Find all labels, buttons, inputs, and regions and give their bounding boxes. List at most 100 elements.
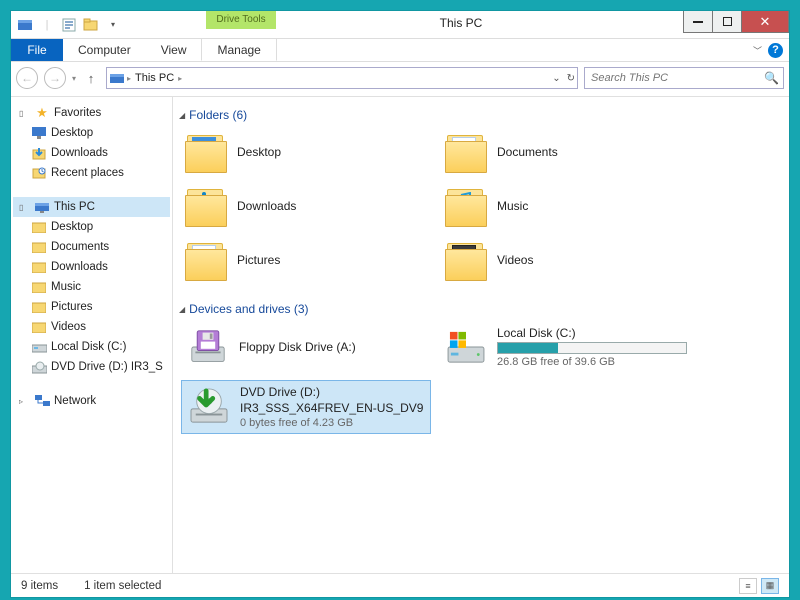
folder-label: Pictures	[237, 253, 280, 267]
tab-manage[interactable]: Manage	[201, 39, 276, 61]
folder-label: Videos	[497, 253, 533, 267]
sidebar-item-dvd-drive[interactable]: DVD Drive (D:) IR3_S	[13, 357, 170, 377]
folder-icon	[31, 279, 47, 295]
recent-icon	[31, 165, 47, 181]
sidebar-item-label: Downloads	[51, 147, 108, 159]
documents-folder-icon	[445, 131, 487, 173]
sidebar-item-music[interactable]: Music	[13, 277, 170, 297]
section-title: Folders (6)	[189, 108, 247, 122]
folder-item-desktop[interactable]: Desktop	[181, 128, 431, 176]
refresh-icon[interactable]: ↻	[567, 73, 575, 84]
address-bar[interactable]: ▸ This PC ▸ ⌄ ↻	[106, 67, 578, 89]
sidebar-item-recent[interactable]: Recent places	[13, 163, 170, 183]
qat-newfolder-icon[interactable]	[81, 15, 101, 35]
drive-item-local-disk[interactable]: Local Disk (C:) 26.8 GB free of 39.6 GB	[439, 322, 709, 372]
floppy-drive-icon	[187, 326, 229, 368]
dvd-drive-icon	[188, 385, 230, 427]
sidebar-item-documents[interactable]: Documents	[13, 237, 170, 257]
star-icon: ★	[34, 105, 50, 121]
folder-item-documents[interactable]: Documents	[441, 128, 691, 176]
sidebar-item-label: Local Disk (C:)	[51, 341, 126, 353]
view-details-button[interactable]: ≡	[739, 578, 757, 594]
status-selection: 1 item selected	[84, 580, 161, 592]
chevron-right-icon[interactable]: ▸	[127, 74, 131, 83]
qat-properties-icon[interactable]	[59, 15, 79, 35]
section-header-folders[interactable]: ◢ Folders (6)	[179, 108, 779, 122]
sidebar-item-downloads[interactable]: Downloads	[13, 143, 170, 163]
nav-back-button[interactable]: ←	[16, 67, 38, 89]
drive-free-text: 26.8 GB free of 39.6 GB	[497, 356, 687, 368]
section-header-drives[interactable]: ◢ Devices and drives (3)	[179, 302, 779, 316]
folder-item-downloads[interactable]: Downloads	[181, 182, 431, 230]
address-dropdown-icon[interactable]: ⌄	[552, 73, 560, 84]
drive-volume: IR3_SSS_X64FREV_EN-US_DV9	[240, 401, 423, 415]
drive-item-dvd[interactable]: DVD Drive (D:) IR3_SSS_X64FREV_EN-US_DV9…	[181, 380, 431, 434]
sidebar-group-favorites[interactable]: ▯ ★ Favorites	[13, 103, 170, 123]
sidebar-item-pictures[interactable]: Pictures	[13, 297, 170, 317]
sidebar-group-network[interactable]: ▹ Network	[13, 391, 170, 411]
window-icon[interactable]	[15, 15, 35, 35]
sidebar-item-label: Desktop	[51, 221, 93, 233]
tab-view[interactable]: View	[146, 39, 202, 61]
nav-toolbar: ← → ▾ ↑ ▸ This PC ▸ ⌄ ↻ 🔍	[11, 62, 789, 96]
sidebar-item-label: Desktop	[51, 127, 93, 139]
sidebar-item-label: Videos	[51, 321, 86, 333]
folder-item-videos[interactable]: Videos	[441, 236, 691, 284]
downloads-folder-icon	[185, 185, 227, 227]
status-bar: 9 items 1 item selected ≡ ▦	[11, 573, 789, 597]
sidebar-item-local-disk[interactable]: Local Disk (C:)	[13, 337, 170, 357]
quick-access-toolbar: | ▾	[11, 13, 127, 37]
sidebar-group-label: This PC	[54, 201, 95, 213]
sidebar-item-downloads[interactable]: Downloads	[13, 257, 170, 277]
folder-label: Documents	[497, 145, 558, 159]
ribbon-expand-icon[interactable]: ﹀	[753, 44, 762, 57]
folder-icon	[31, 239, 47, 255]
folder-item-pictures[interactable]: Pictures	[181, 236, 431, 284]
section-title: Devices and drives (3)	[189, 302, 308, 316]
sidebar-group-this-pc[interactable]: ▯ This PC	[13, 197, 170, 217]
search-input[interactable]	[589, 71, 764, 85]
chevron-right-icon[interactable]: ▸	[178, 74, 182, 83]
sidebar-item-label: Music	[51, 281, 81, 293]
sidebar-item-desktop[interactable]: Desktop	[13, 217, 170, 237]
expand-icon[interactable]: ▹	[19, 397, 28, 406]
view-icons-button[interactable]: ▦	[761, 578, 779, 594]
collapse-icon[interactable]: ◢	[179, 111, 185, 120]
folder-item-music[interactable]: Music	[441, 182, 691, 230]
collapse-icon[interactable]: ▯	[19, 203, 28, 212]
tab-computer[interactable]: Computer	[63, 39, 146, 61]
minimize-button[interactable]	[683, 11, 713, 33]
ribbon-tabs: File Computer View Manage ﹀ ?	[11, 39, 789, 62]
sidebar-item-label: Documents	[51, 241, 109, 253]
maximize-button[interactable]	[712, 11, 742, 33]
qat-separator: |	[37, 15, 57, 35]
nav-up-button[interactable]: ↑	[82, 69, 100, 87]
help-icon[interactable]: ?	[768, 43, 783, 58]
tab-file[interactable]: File	[11, 39, 63, 61]
nav-forward-button[interactable]: →	[44, 67, 66, 89]
breadcrumb-segment[interactable]: This PC	[133, 72, 176, 84]
qat-customize-icon[interactable]: ▾	[103, 15, 123, 35]
drive-item-floppy[interactable]: Floppy Disk Drive (A:)	[181, 322, 431, 372]
sidebar-item-label: Recent places	[51, 167, 124, 179]
collapse-icon[interactable]: ▯	[19, 109, 28, 118]
nav-history-dropdown-icon[interactable]: ▾	[72, 74, 76, 83]
drive-usage-bar	[497, 342, 687, 354]
title-bar: | ▾ Drive Tools This PC ✕	[11, 11, 789, 39]
search-box[interactable]: 🔍	[584, 67, 784, 89]
drive-free-text: 0 bytes free of 4.23 GB	[240, 417, 423, 429]
search-icon[interactable]: 🔍	[764, 71, 779, 85]
music-folder-icon	[445, 185, 487, 227]
window-controls: ✕	[684, 11, 789, 33]
sidebar-item-label: Downloads	[51, 261, 108, 273]
sidebar-item-label: Pictures	[51, 301, 93, 313]
collapse-icon[interactable]: ◢	[179, 305, 185, 314]
sidebar-item-videos[interactable]: Videos	[13, 317, 170, 337]
folder-icon	[31, 219, 47, 235]
drive-label: Floppy Disk Drive (A:)	[239, 340, 356, 354]
folder-icon	[31, 299, 47, 315]
hard-drive-icon	[445, 326, 487, 368]
content-pane[interactable]: ◢ Folders (6) Desktop Documents Download…	[173, 97, 789, 573]
sidebar-item-desktop[interactable]: Desktop	[13, 123, 170, 143]
close-button[interactable]: ✕	[741, 11, 789, 33]
